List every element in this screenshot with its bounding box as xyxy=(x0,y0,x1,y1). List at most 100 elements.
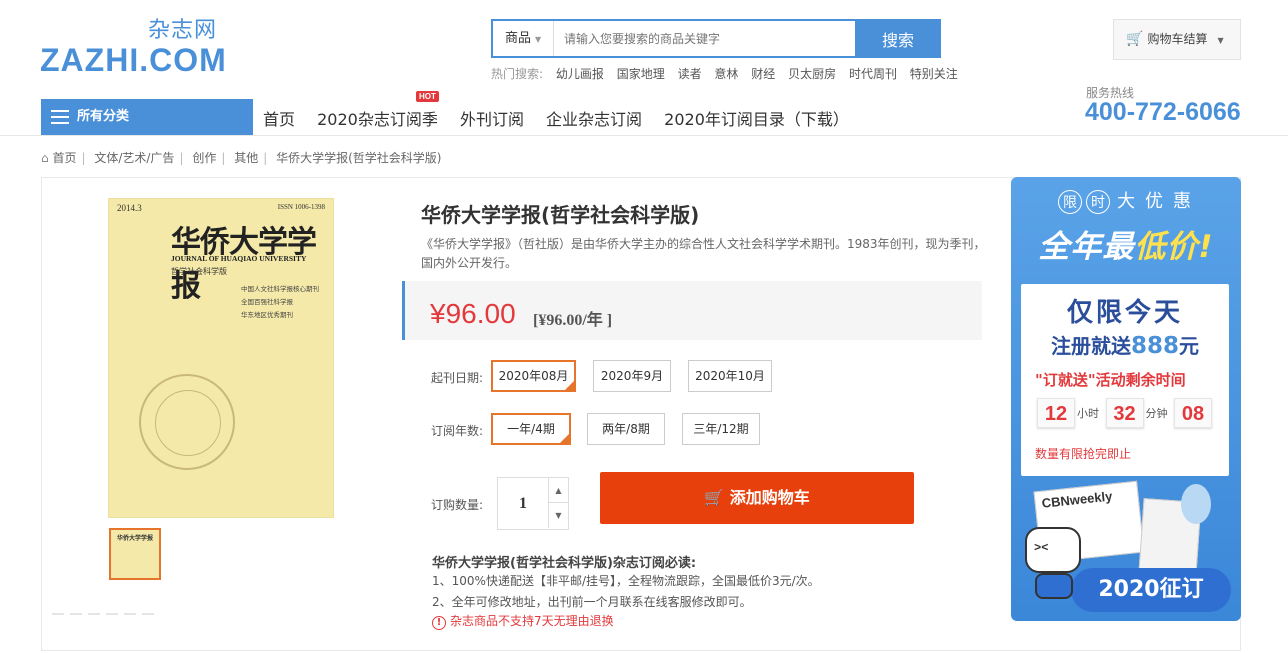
cover-thumbnail[interactable]: 华侨大学学报 xyxy=(109,528,161,580)
countdown: 12 小时 32 分钟 08 xyxy=(1037,398,1214,428)
promo-headline-b: 低价! xyxy=(1134,229,1214,265)
all-categories-menu[interactable]: 所有分类 xyxy=(41,99,253,135)
nav-divider xyxy=(0,135,1288,136)
cow-mascot-icon: >< xyxy=(1025,527,1085,599)
search-category-select[interactable]: 商品 ▼ xyxy=(493,21,554,56)
promo-register-a: 注册就送 xyxy=(1050,334,1131,358)
hot-keyword[interactable]: 意林 xyxy=(714,67,738,81)
breadcrumb-item[interactable]: 其他 xyxy=(234,151,258,165)
breadcrumb-item[interactable]: 创作 xyxy=(192,151,216,165)
promo-register-b: 元 xyxy=(1179,334,1199,358)
notice-line: 1、100%快递配送【非平邮/挂号】，全程物流跟踪，全国最低价3元/次。 xyxy=(432,574,820,588)
product-title: 华侨大学学报(哲学社会科学版) xyxy=(421,203,700,227)
hotline-number: 400-772-6066 xyxy=(1085,98,1241,126)
product-description: 《华侨大学学报》（哲社版）是由华侨大学主办的综合性人文社会科学学术期刊。1983… xyxy=(421,237,986,270)
search-input[interactable] xyxy=(555,21,857,56)
breadcrumb-item[interactable]: 文体/艺术/广告 xyxy=(94,151,174,165)
cart-checkout-button[interactable]: 🛒 购物车结算 ▼ xyxy=(1113,19,1241,60)
breadcrumb-item[interactable]: 首页 xyxy=(52,151,76,165)
hot-keyword[interactable]: 贝太厨房 xyxy=(788,67,836,81)
chevron-down-icon: ▼ xyxy=(1217,36,1224,45)
nav-item-foreign[interactable]: 外刊订阅 xyxy=(460,110,524,129)
nav-item-enterprise[interactable]: 企业杂志订阅 xyxy=(546,110,642,129)
university-seal-icon xyxy=(139,374,235,470)
return-warning-text: 杂志商品不支持7天无理由退换 xyxy=(450,614,614,628)
year-option-3[interactable]: 三年/12期 xyxy=(682,413,760,445)
cover-issn: ISSN 1006-1398 xyxy=(277,203,325,211)
breadcrumb: ⌂ 首页 | 文体/艺术/广告 | 创作 | 其他 | 华侨大学学报(哲学社会科学版) xyxy=(41,151,442,165)
cover-english-title: JOURNAL OF HUAQIAO UNIVERSITY xyxy=(171,254,307,263)
promo-cta: 2020征订 xyxy=(1071,568,1231,612)
cover-tags: 中国人文社科学报核心期刊 全国百强社科学报 华东地区优秀期刊 xyxy=(241,283,319,322)
countdown-unit: 小时 xyxy=(1077,407,1099,420)
promo-char: 优 xyxy=(1145,191,1163,212)
hot-keyword[interactable]: 国家地理 xyxy=(617,67,665,81)
hot-search: 热门搜索: 幼儿画报 国家地理 读者 意林 财经 贝太厨房 时代周刊 特别关注 xyxy=(491,65,958,82)
search-category-label: 商品 xyxy=(505,31,532,46)
hot-badge: HOT xyxy=(416,91,439,102)
shopping-cart-icon: 🛒 xyxy=(1126,31,1144,47)
search-bar: 商品▼ 搜索 xyxy=(491,19,941,58)
cover-subtitle: 哲学社会科学版 xyxy=(171,267,227,276)
promo-char: 大 xyxy=(1117,191,1135,212)
decrement-icon[interactable]: ▼ xyxy=(548,503,568,528)
increment-icon[interactable]: ▲ xyxy=(548,478,568,503)
quantity-label: 订购数量: xyxy=(431,498,484,512)
year-option-1[interactable]: 一年/4期 xyxy=(491,413,571,445)
countdown-seconds: 08 xyxy=(1174,398,1212,428)
warning-icon: ! xyxy=(432,616,446,630)
add-to-cart-button[interactable]: 🛒 添加购物车 xyxy=(600,472,914,524)
start-option-aug[interactable]: 2020年08月 xyxy=(491,360,576,392)
cover-tag: 华东地区优秀期刊 xyxy=(241,311,293,319)
cart-label: 购物车结算 xyxy=(1147,32,1208,46)
thumbnail-title: 华侨大学学报 xyxy=(117,535,154,542)
year-option-2[interactable]: 两年/8期 xyxy=(587,413,665,445)
promo-char: 限 xyxy=(1058,190,1082,214)
start-option-oct[interactable]: 2020年10月 xyxy=(688,360,772,392)
main-nav: 首页 2020杂志订阅季 外刊订阅 企业杂志订阅 2020年订阅目录（下载） xyxy=(263,106,866,130)
promo-headline-a: 全年最 xyxy=(1038,229,1135,265)
countdown-minutes: 32 xyxy=(1105,398,1144,428)
promo-register-num: 888 xyxy=(1130,333,1179,359)
nav-item-catalog[interactable]: 2020年订阅目录（下载） xyxy=(664,110,849,129)
cover-issue: 2014.3 xyxy=(117,203,142,213)
promo-remaining: "订就送"活动剩余时间 xyxy=(1035,371,1186,389)
site-logo[interactable]: 杂志网 ZAZHI.COM xyxy=(40,12,235,78)
promo-card: 仅限今天 注册就送888元 "订就送"活动剩余时间 12 小时 32 分钟 08 数… xyxy=(1021,284,1229,476)
promo-limited: 数量有限抢完即止 xyxy=(1035,447,1132,461)
hot-keyword[interactable]: 读者 xyxy=(678,67,702,81)
nav-item-home[interactable]: 首页 xyxy=(263,110,295,129)
promo-headline: 全年最低价! xyxy=(1011,221,1241,266)
breadcrumb-current: 华侨大学学报(哲学社会科学版) xyxy=(276,151,442,165)
countdown-hours: 12 xyxy=(1037,398,1075,428)
promo-top-line: 限时大优惠 xyxy=(1011,187,1241,214)
product-price: ¥96.00 xyxy=(430,298,516,329)
magazine-title: CBNweekly xyxy=(1041,488,1113,511)
return-warning: ! 杂志商品不支持7天无理由退换 xyxy=(432,612,614,630)
start-option-sep[interactable]: 2020年9月 xyxy=(593,360,671,392)
hot-keyword[interactable]: 财经 xyxy=(751,67,775,81)
hot-keyword[interactable]: 时代周刊 xyxy=(849,67,897,81)
logo-en: ZAZHI.COM xyxy=(40,42,227,78)
hot-keyword[interactable]: 特别关注 xyxy=(910,67,958,81)
promo-char: 时 xyxy=(1086,190,1110,214)
home-icon: ⌂ xyxy=(41,151,49,165)
cover-tag: 全国百强社科学报 xyxy=(241,298,293,306)
promo-today: 仅限今天 xyxy=(1066,298,1183,328)
quantity-input[interactable]: 1 xyxy=(498,478,548,529)
hot-search-label: 热门搜索: xyxy=(491,67,544,81)
promo-register: 注册就送888元 xyxy=(1021,330,1229,359)
logo-cn: 杂志网 xyxy=(148,18,218,43)
promo-banner[interactable]: 限时大优惠 全年最低价! 仅限今天 注册就送888元 "订就送"活动剩余时间 1… xyxy=(1011,177,1241,621)
menu-icon xyxy=(51,110,69,124)
countdown-unit: 分钟 xyxy=(1145,407,1168,420)
chevron-down-icon: ▼ xyxy=(535,35,542,44)
product-cover-image[interactable]: 2014.3 ISSN 1006-1398 华侨大学学报 JOURNAL OF … xyxy=(108,198,334,518)
hot-keyword[interactable]: 幼儿画报 xyxy=(556,67,604,81)
nav-item-2020-season[interactable]: 2020杂志订阅季 xyxy=(317,110,438,129)
decor-circle-icon xyxy=(1181,484,1211,524)
price-per-year: [¥96.00/年 ] xyxy=(533,312,613,329)
promo-char: 惠 xyxy=(1173,191,1191,212)
years-label: 订阅年数: xyxy=(431,424,484,438)
search-button[interactable]: 搜索 xyxy=(855,19,941,58)
